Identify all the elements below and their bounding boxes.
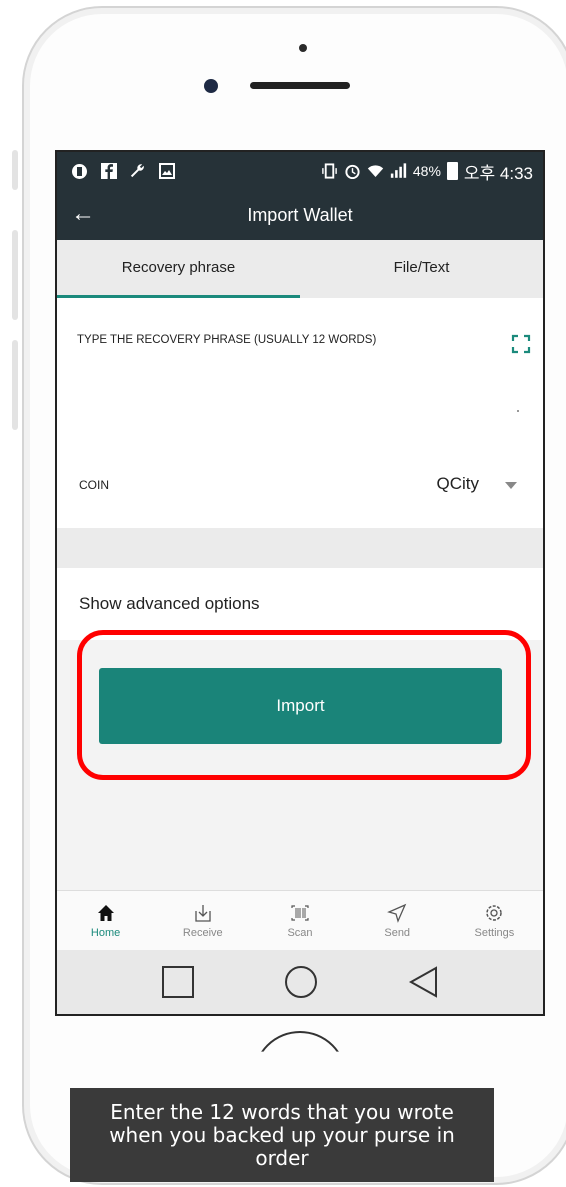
- gear-icon: [486, 905, 503, 921]
- image-icon: [158, 163, 175, 180]
- nav-home-label: Home: [90, 927, 121, 939]
- instruction-caption: Enter the 12 words that you wrote when y…: [70, 1088, 494, 1182]
- signal-icon: [390, 163, 407, 180]
- tab-bar: Recovery phrase File/Text: [57, 240, 543, 298]
- coin-value: QCity: [436, 474, 480, 493]
- text-cursor: [517, 410, 519, 412]
- clock: 오후 4:33: [463, 163, 533, 183]
- facebook-icon: [100, 163, 117, 180]
- silent-switch: [12, 150, 18, 190]
- back-triangle-icon[interactable]: [408, 966, 438, 998]
- wifi-icon: [367, 163, 384, 180]
- home-icon: [97, 905, 114, 921]
- phone-screen: 48% 오후 4:33 ← Import Wallet Recovery phr…: [55, 150, 545, 1016]
- recovery-phrase-field[interactable]: TYPE THE RECOVERY PHRASE (USUALLY 12 WOR…: [57, 298, 543, 441]
- nav-send[interactable]: Send: [349, 891, 446, 951]
- nav-receive-label: Receive: [182, 927, 223, 939]
- sensor-dot: [299, 44, 307, 52]
- nav-settings[interactable]: Settings: [446, 891, 543, 951]
- advanced-options-label: Show advanced options: [79, 594, 260, 613]
- chevron-down-icon: [505, 482, 517, 489]
- front-camera: [204, 79, 218, 93]
- home-circle-icon[interactable]: [284, 965, 318, 999]
- nav-scan-label: Scan: [287, 927, 313, 939]
- earpiece-speaker: [250, 82, 350, 89]
- volume-down-button: [12, 340, 18, 430]
- recent-apps-icon[interactable]: [162, 966, 194, 998]
- battery-percent: 48%: [412, 163, 441, 179]
- barcode-icon: [291, 905, 309, 921]
- send-icon: [387, 903, 407, 923]
- bottom-nav: Home Receive Scan Send Settings: [57, 890, 543, 951]
- page-title: Import Wallet: [247, 204, 353, 225]
- tab-file-text[interactable]: File/Text: [300, 240, 543, 298]
- app-bar: ← Import Wallet: [57, 190, 543, 240]
- nav-home[interactable]: Home: [57, 891, 154, 951]
- section-divider: [57, 528, 543, 568]
- tab-recovery-phrase[interactable]: Recovery phrase: [57, 240, 300, 298]
- coin-selector[interactable]: COIN QCity: [57, 440, 543, 528]
- qr-scan-icon[interactable]: [511, 334, 531, 354]
- back-arrow-icon[interactable]: ←: [71, 200, 95, 228]
- nav-send-label: Send: [384, 927, 411, 939]
- receive-icon: [195, 905, 211, 922]
- status-bar: 48% 오후 4:33: [57, 152, 543, 190]
- highlight-outline: [77, 630, 531, 780]
- shield-app-icon: [71, 163, 88, 180]
- wrench-icon: [129, 163, 146, 180]
- battery-icon: [446, 162, 458, 180]
- volume-up-button: [12, 230, 18, 320]
- recovery-phrase-label: TYPE THE RECOVERY PHRASE (USUALLY 12 WOR…: [77, 334, 377, 346]
- alarm-icon: [344, 163, 361, 180]
- coin-label: COIN: [79, 478, 109, 492]
- system-nav-bar: [57, 950, 543, 1014]
- nav-scan[interactable]: Scan: [251, 891, 348, 951]
- nav-receive[interactable]: Receive: [154, 891, 251, 951]
- vibrate-icon: [321, 163, 338, 180]
- nav-settings-label: Settings: [474, 927, 515, 939]
